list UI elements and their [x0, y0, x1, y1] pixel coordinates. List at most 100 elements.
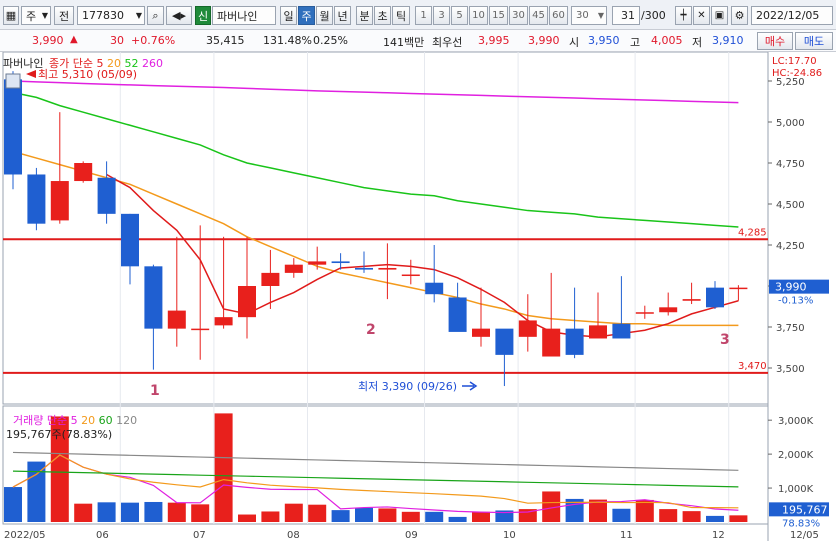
- candle-body: [355, 267, 373, 270]
- candle: [4, 71, 22, 190]
- volume-bar: [214, 413, 233, 522]
- quote-row: 3,990 ▲ 30 +0.76% 35,415 131.48% 0.25% 1…: [0, 30, 836, 52]
- interval-input[interactable]: 30 ▼: [571, 6, 607, 25]
- interval-15-button[interactable]: 15: [489, 6, 508, 25]
- legend-ma260[interactable]: 260: [142, 57, 163, 70]
- volume-current: 195,767주(78.83%): [6, 428, 113, 441]
- best-bid-price: 3,990: [528, 34, 560, 47]
- legend-ma20[interactable]: 20: [107, 57, 121, 70]
- volume-tick-label: 3,000K: [778, 416, 814, 427]
- candle-body: [167, 310, 186, 329]
- date-axis-current: 12/05: [790, 530, 819, 541]
- toolbar: ▦ 주 ▼ 전 177830 ▼ ⌕ ◀▸ 신 파버나인 일 주 월 년 분 초…: [0, 0, 836, 30]
- volume-value: 35,415: [206, 34, 245, 47]
- price-tick-label: 5,000: [776, 118, 805, 129]
- candle-body: [635, 312, 654, 314]
- date-axis-label: 09: [405, 530, 418, 541]
- volume-bar: [74, 503, 93, 522]
- new-badge: 신: [195, 6, 211, 25]
- volume-bar: [261, 511, 280, 522]
- volume-bar: [355, 507, 373, 522]
- date-axis-label: 06: [96, 530, 109, 541]
- interval-10-button[interactable]: 10: [469, 6, 488, 25]
- buy-button[interactable]: 매수: [757, 32, 793, 50]
- chart-area[interactable]: 5,2505,0004,7504,5004,2504,0003,7503,500…: [0, 52, 836, 541]
- volume-legend-ma120[interactable]: 120: [116, 414, 137, 427]
- candle-body: [495, 328, 514, 355]
- reference-line-label: 3,470: [738, 361, 767, 372]
- reference-line-label: 4,285: [738, 227, 767, 238]
- volume-bar: [97, 502, 116, 522]
- chart-menu-icon[interactable]: ▦: [3, 6, 19, 25]
- lc-label: LC:17.70: [772, 56, 817, 67]
- interval-5-button[interactable]: 5: [451, 6, 468, 25]
- period-second-button[interactable]: 초: [374, 6, 391, 25]
- save-icon[interactable]: ▣: [711, 6, 728, 25]
- candle: [74, 161, 93, 183]
- volume-bar: [121, 502, 139, 522]
- date-axis-label: 08: [287, 530, 300, 541]
- open-price: 3,950: [588, 34, 620, 47]
- current-volume-label: 195,767: [782, 503, 828, 516]
- volume-tick-label: 2,000K: [778, 450, 814, 461]
- period-tick-button[interactable]: 틱: [392, 6, 410, 25]
- candle-body: [284, 264, 303, 273]
- legend-ma52[interactable]: 52: [124, 57, 138, 70]
- stock-code-input[interactable]: 177830 ▼: [77, 6, 145, 25]
- search-icon[interactable]: ⌕: [147, 6, 164, 25]
- date-axis-label: 10: [503, 530, 516, 541]
- market-select[interactable]: 주 ▼: [21, 6, 51, 25]
- current-volume-pct: 78.83%: [782, 518, 820, 529]
- candle: [27, 167, 46, 231]
- low-price: 3,910: [712, 34, 744, 47]
- date-axis-label: 2022/05: [4, 530, 46, 541]
- interval-30-button[interactable]: 30: [509, 6, 528, 25]
- volume-bar: [308, 504, 327, 522]
- candle-body: [331, 261, 350, 264]
- date-field[interactable]: 2022/12/05: [751, 6, 833, 25]
- period-year-button[interactable]: 년: [334, 6, 351, 25]
- price-legend: 파버나인 종가 단순 5 20 52 260: [3, 55, 163, 71]
- date-value: 2022/12/05: [756, 9, 820, 22]
- candle-type-icon[interactable]: ┿: [675, 6, 692, 25]
- trade-value: 141백만: [383, 36, 425, 49]
- volume-bar: [401, 511, 420, 522]
- volume-bar: [706, 515, 724, 522]
- candle-body: [542, 328, 561, 357]
- volume-bar: [472, 511, 490, 522]
- interval-45-button[interactable]: 45: [529, 6, 548, 25]
- stock-code-value: 177830: [82, 9, 124, 22]
- interval-3-button[interactable]: 3: [433, 6, 450, 25]
- period-month-button[interactable]: 월: [316, 6, 333, 25]
- gear-icon[interactable]: ⚙: [731, 6, 748, 25]
- candle-body: [518, 320, 537, 337]
- sell-button[interactable]: 매도: [795, 32, 833, 50]
- price-tick-label: 4,750: [776, 159, 805, 170]
- price-change: 30: [110, 34, 124, 47]
- prefix-button[interactable]: 전: [54, 6, 74, 25]
- date-axis-label: 12: [712, 530, 725, 541]
- candle-body: [238, 286, 256, 318]
- volume-bar: [425, 511, 444, 522]
- period-minute-button[interactable]: 분: [356, 6, 373, 25]
- draw-tool-icon[interactable]: ✕: [693, 6, 710, 25]
- period-day-button[interactable]: 일: [280, 6, 297, 25]
- date-axis-label: 11: [620, 530, 633, 541]
- candle-body: [74, 163, 93, 182]
- count-input[interactable]: 31: [612, 6, 640, 25]
- interval-1-button[interactable]: 1: [415, 6, 432, 25]
- interval-60-button[interactable]: 60: [549, 6, 568, 25]
- volume-bar: [144, 501, 163, 522]
- candlestick-chart[interactable]: 5,2505,0004,7504,5004,2504,0003,7503,500…: [0, 52, 836, 541]
- speaker-icon[interactable]: ◀▸: [166, 6, 192, 25]
- interval-input-value: 30: [576, 10, 589, 21]
- volume-bar: [729, 515, 748, 522]
- volume-bar: [331, 510, 350, 522]
- current-price-label: 3,990: [775, 281, 807, 294]
- candle-body: [27, 174, 46, 224]
- candle-body: [706, 287, 724, 308]
- period-week-button[interactable]: 주: [298, 6, 315, 25]
- volume-bar: [191, 504, 210, 522]
- legend-ma5[interactable]: 5: [96, 57, 103, 70]
- candle-body: [448, 297, 467, 332]
